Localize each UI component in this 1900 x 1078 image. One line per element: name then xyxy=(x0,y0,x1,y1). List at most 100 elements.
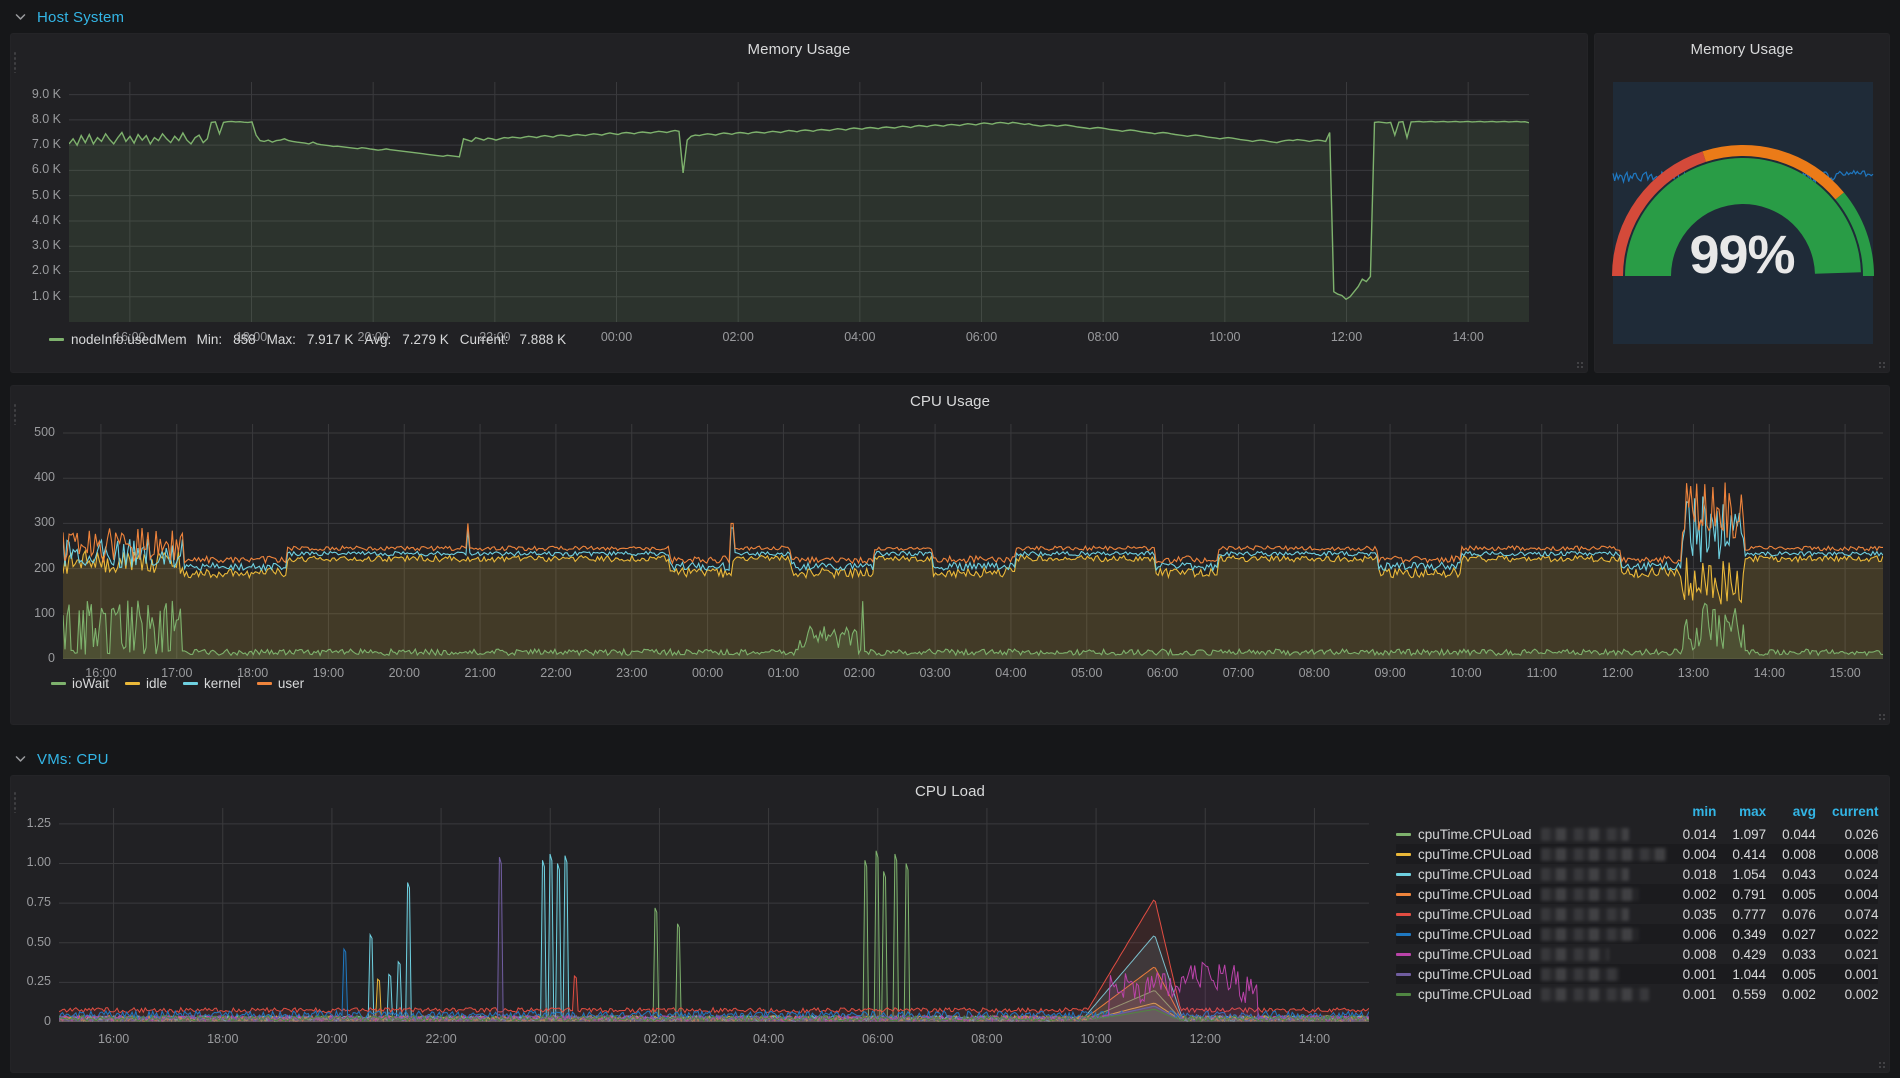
legend-max-value: 0.414 xyxy=(1716,844,1767,864)
legend-min-label: Min: xyxy=(196,332,223,347)
legend-series-cell[interactable]: cpuTime.CPULoad xyxy=(1396,884,1667,904)
x-axis-tick-label: 06:00 xyxy=(862,1032,894,1046)
panel-resize-handle[interactable] xyxy=(1878,361,1887,370)
legend-color-swatch xyxy=(125,682,141,685)
legend-current-value: 0.004 xyxy=(1815,884,1879,904)
x-axis-tick-label: 22:00 xyxy=(540,666,572,680)
legend-table-row[interactable]: cpuTime.CPULoad 0.002 0.791 0.005 0.004 xyxy=(1396,884,1879,904)
y-axis-tick-label: 9.0 K xyxy=(31,86,61,101)
x-axis-tick-label: 02:00 xyxy=(643,1032,676,1046)
legend-header-current[interactable]: current xyxy=(1816,804,1879,824)
legend-table-row[interactable]: cpuTime.CPULoad 0.014 1.097 0.044 0.026 xyxy=(1396,824,1878,844)
panel-drag-handle[interactable] xyxy=(13,791,18,813)
legend-header-avg[interactable]: avg xyxy=(1766,804,1816,824)
legend-max-value: 1.054 xyxy=(1732,866,1767,882)
legend-series-cell[interactable]: cpuTime.CPULoad xyxy=(1396,864,1667,884)
legend-avg-value: 0.043 xyxy=(1782,866,1816,882)
legend-max-value: 0.791 xyxy=(1716,884,1767,904)
panel-drag-handle[interactable] xyxy=(13,403,18,425)
legend-min-value: 0.002 xyxy=(1666,884,1717,904)
y-axis-tick-label: 400 xyxy=(34,470,55,485)
row-title: VMs: CPU xyxy=(37,750,109,768)
redacted-series-suffix xyxy=(1540,947,1609,961)
row-header-host-system[interactable]: Host System xyxy=(0,0,124,34)
memory-legend[interactable]: nodeInfo.usedMem Min: 858 Max: 7.917 K A… xyxy=(49,332,570,347)
panel-memory-usage-graph: Memory Usage 9.0 K 8.0 K 7.0 K 6.0 K 5.0 K 4.… xyxy=(10,33,1588,373)
panel-cpu-load: CPU Load 1.25 1.00 0.75 0.50 0.25 0 16:00 18:0… xyxy=(10,775,1890,1073)
legend-table-row[interactable]: cpuTime.CPULoad 0.001 1.044 0.005 0.001 xyxy=(1396,964,1879,984)
cpu-load-legend-table[interactable]: min max avg current cpuTime.CPULoad 0.014… xyxy=(1396,804,1879,1004)
legend-table-row[interactable]: cpuTime.CPULoad 0.008 0.429 0.033 0.021 xyxy=(1396,944,1878,964)
x-axis-tick-label: 07:00 xyxy=(1222,666,1255,680)
legend-series-cell[interactable]: cpuTime.CPULoad xyxy=(1396,944,1667,964)
legend-series-cell[interactable]: cpuTime.CPULoad xyxy=(1396,964,1667,984)
legend-color-swatch xyxy=(1396,912,1411,916)
legend-min-value: 0.008 xyxy=(1682,946,1717,962)
legend-header-max[interactable]: max xyxy=(1716,804,1766,824)
y-axis-tick-label: 300 xyxy=(34,515,55,530)
panel-resize-handle[interactable] xyxy=(1878,713,1887,722)
cpu-load-plot xyxy=(59,808,1369,1022)
legend-series-name: ioWait xyxy=(72,676,110,691)
panel-title[interactable]: CPU Usage xyxy=(11,386,1889,410)
legend-max-value: 1.097 xyxy=(1732,826,1767,842)
legend-max-label: Max: xyxy=(266,332,296,347)
panel-resize-handle[interactable] xyxy=(1878,1061,1887,1070)
legend-table-row[interactable]: cpuTime.CPULoad 0.004 0.414 0.008 0.008 xyxy=(1396,844,1879,864)
x-axis-tick-label: 10:00 xyxy=(1209,330,1241,344)
row-header-vms-cpu[interactable]: VMs: CPU xyxy=(0,742,109,776)
x-axis-tick-label: 04:00 xyxy=(844,330,876,344)
legend-series-cell[interactable]: cpuTime.CPULoad xyxy=(1396,824,1667,844)
legend-avg-value: 0.033 xyxy=(1782,946,1816,962)
panel-title[interactable]: Memory Usage xyxy=(11,34,1587,58)
memory-usage-plot xyxy=(69,82,1529,322)
x-axis-tick-label: 06:00 xyxy=(1146,666,1179,680)
legend-color-swatch xyxy=(1396,932,1411,936)
x-axis-tick-label: 05:00 xyxy=(1071,666,1103,680)
x-axis-tick-label: 03:00 xyxy=(919,666,951,680)
legend-color-swatch xyxy=(1396,952,1411,956)
panel-cpu-usage: CPU Usage 500 400 300 200 100 0 16:00 17:00 18:… xyxy=(10,385,1890,725)
legend-table-row[interactable]: cpuTime.CPULoad 0.006 0.349 0.027 0.022 xyxy=(1396,924,1879,944)
x-axis-tick-label: 20:00 xyxy=(388,666,420,680)
panel-title[interactable]: Memory Usage xyxy=(1595,34,1889,58)
legend-item[interactable]: ioWait xyxy=(51,676,109,691)
legend-table-row[interactable]: cpuTime.CPULoad 0.035 0.777 0.076 0.074 xyxy=(1396,904,1878,924)
legend-color-swatch xyxy=(51,682,66,685)
panel-title[interactable]: CPU Load xyxy=(11,776,1889,800)
legend-series-name: kernel xyxy=(204,676,241,691)
x-axis-tick-label: 10:00 xyxy=(1450,666,1482,680)
legend-color-swatch xyxy=(1396,972,1411,976)
redacted-series-suffix xyxy=(1540,907,1629,921)
legend-series-name: cpuTime.CPULoad xyxy=(1418,866,1532,882)
panel-drag-handle[interactable] xyxy=(13,51,18,73)
x-axis-tick-label: 12:00 xyxy=(1330,330,1363,344)
legend-series-cell[interactable]: cpuTime.CPULoad xyxy=(1396,904,1667,924)
legend-item[interactable]: user xyxy=(256,676,304,691)
cpu-usage-plot xyxy=(63,424,1883,659)
panel-resize-handle[interactable] xyxy=(1576,361,1585,370)
x-axis-tick-label: 12:00 xyxy=(1601,666,1634,680)
row-title: Host System xyxy=(37,8,125,26)
legend-table-row[interactable]: cpuTime.CPULoad 0.018 1.054 0.043 0.024 xyxy=(1396,864,1878,884)
legend-color-swatch xyxy=(1396,872,1411,876)
legend-color-swatch xyxy=(1396,892,1411,896)
legend-header-min[interactable]: min xyxy=(1667,804,1716,824)
legend-color-swatch xyxy=(49,338,64,341)
x-axis-tick-label: 08:00 xyxy=(1298,666,1330,680)
chevron-down-icon xyxy=(14,752,28,766)
legend-series-cell[interactable]: cpuTime.CPULoad xyxy=(1396,924,1667,944)
grafana-dashboard: Host System Memory Usage 9.0 K 8.0 K 7.0 K… xyxy=(0,0,1900,1078)
cpu-usage-legend[interactable]: ioWait idle kernel user xyxy=(51,676,304,691)
legend-series-cell[interactable]: cpuTime.CPULoad xyxy=(1396,844,1667,864)
legend-current-value: 7.888 K xyxy=(519,332,567,347)
legend-table-row[interactable]: cpuTime.CPULoad 0.001 0.559 0.002 0.002 xyxy=(1396,984,1878,1004)
redacted-series-suffix xyxy=(1540,827,1629,841)
redacted-series-suffix xyxy=(1540,987,1649,1001)
legend-item[interactable]: idle xyxy=(125,676,167,691)
x-axis-tick-label: 16:00 xyxy=(97,1032,130,1046)
x-axis-tick-label: 21:00 xyxy=(464,666,496,680)
legend-item[interactable]: kernel xyxy=(183,676,241,691)
y-axis-tick-label: 3.0 K xyxy=(31,238,61,253)
legend-series-cell[interactable]: cpuTime.CPULoad xyxy=(1396,984,1667,1004)
